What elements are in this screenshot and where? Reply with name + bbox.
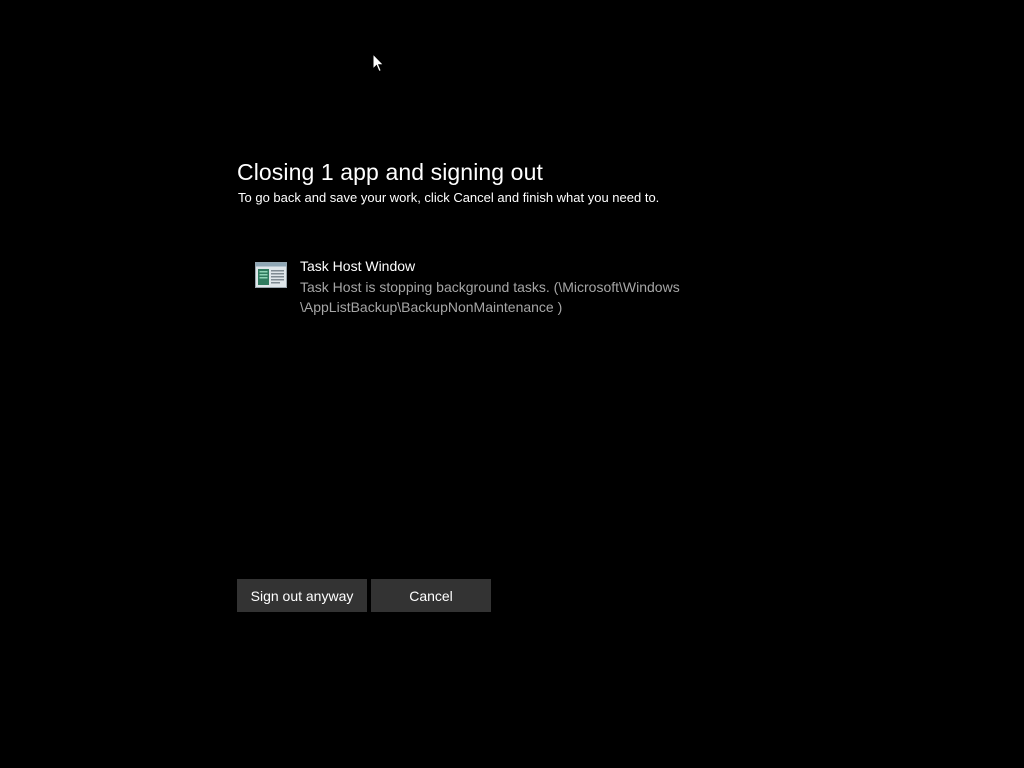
task-host-window-icon — [255, 262, 287, 288]
cancel-button[interactable]: Cancel — [371, 579, 491, 612]
mouse-pointer-icon — [372, 53, 385, 73]
dialog-subtitle: To go back and save your work, click Can… — [238, 190, 660, 205]
app-description-line-2: \AppListBackup\BackupNonMaintenance ) — [300, 299, 563, 315]
sign-out-anyway-button[interactable]: Sign out anyway — [237, 579, 367, 612]
app-name: Task Host Window — [300, 258, 416, 274]
app-description: Task Host is stopping background tasks. … — [300, 277, 730, 317]
signout-screen: Closing 1 app and signing out To go back… — [0, 0, 1024, 768]
app-description-line-1: Task Host is stopping background tasks. … — [300, 279, 680, 295]
dialog-title: Closing 1 app and signing out — [237, 159, 543, 185]
